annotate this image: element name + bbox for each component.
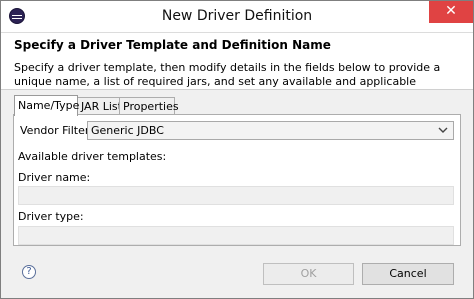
available-templates-label: Available driver templates: [18,150,167,163]
driver-name-field[interactable] [18,186,454,205]
dialog-header: Specify a Driver Template and Definition… [1,33,473,90]
cancel-button[interactable]: Cancel [362,263,454,285]
tab-jar-list-label: JAR List [81,100,122,113]
tab-properties[interactable]: Properties [119,97,179,114]
tab-jar-list[interactable]: JAR List [77,97,122,114]
chevron-down-icon [438,127,448,133]
help-icon[interactable]: ? [22,265,36,279]
new-driver-definition-dialog: New Driver Definition ✕ Specify a Driver… [0,0,474,299]
vendor-filter-value: Generic JDBC [91,124,164,137]
close-button[interactable]: ✕ [429,1,473,23]
driver-name-label: Driver name: [18,171,91,184]
driver-type-field[interactable] [18,226,454,245]
tab-name-type[interactable]: Name/Type [14,95,80,116]
tab-name-type-label: Name/Type [18,99,80,112]
header-description: Specify a driver template, then modify d… [14,61,441,88]
ok-button[interactable]: OK [263,263,354,285]
driver-type-label: Driver type: [18,210,84,223]
title-bar[interactable]: New Driver Definition ✕ [1,1,473,33]
vendor-filter-select[interactable]: Generic JDBC [87,121,454,140]
tab-properties-label: Properties [123,100,179,113]
window-title: New Driver Definition [161,8,313,24]
help-glyph: ? [26,266,32,277]
header-title: Specify a Driver Template and Definition… [14,38,331,52]
vendor-filter-label: Vendor Filter: [20,124,93,137]
close-icon: ✕ [445,3,457,19]
